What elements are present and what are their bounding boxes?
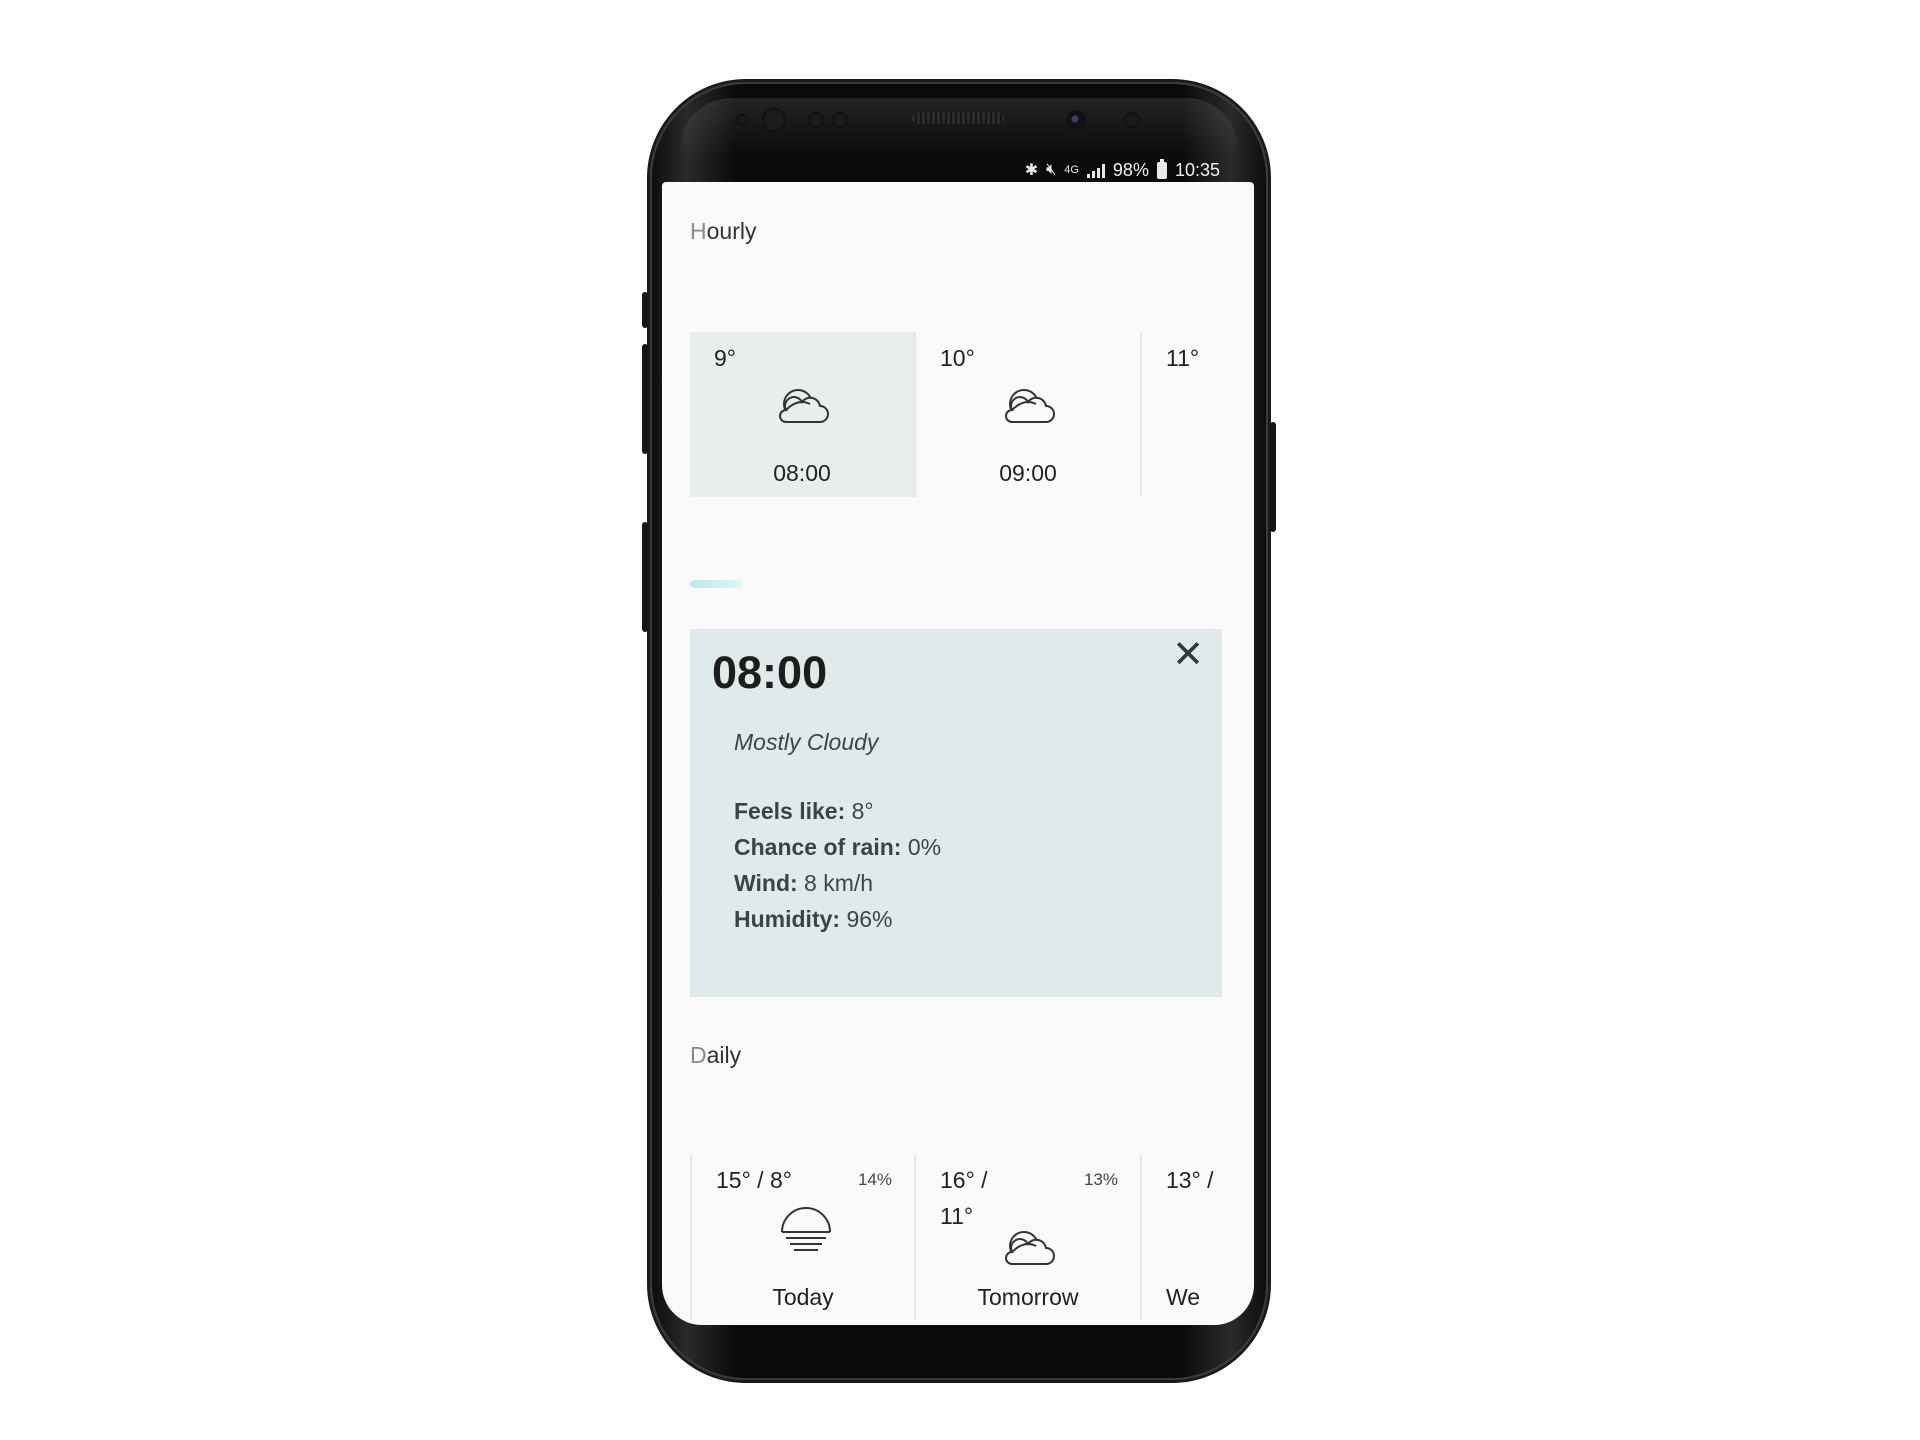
status-time: 10:35 — [1174, 159, 1220, 180]
wind-row: Wind: 8 km/h — [734, 870, 874, 896]
hourly-time: 08:00 — [773, 460, 831, 486]
hourly-temp: 9° — [714, 345, 736, 371]
light-sensor-icon — [832, 112, 848, 128]
hourly-cards: 9° 08:00 10° 09:00 11° — [690, 332, 1222, 497]
rain-chance-row: Chance of rain: 0% — [734, 834, 942, 860]
daily-temp: 15° / 8° — [716, 1167, 792, 1193]
cloud-icon — [1005, 389, 1055, 423]
bluetooth-icon: ✱ — [1024, 162, 1039, 179]
cloud-icon — [779, 389, 829, 423]
daily-day: We — [1166, 1284, 1201, 1310]
power-button — [1270, 422, 1276, 532]
hourly-card-partial[interactable]: 11° — [1142, 332, 1222, 497]
iris-sensor-icon — [762, 108, 786, 132]
hourly-card-0800[interactable]: 9° 08:00 — [690, 332, 916, 497]
front-camera-icon — [1066, 110, 1086, 130]
hour-detail-panel: 08:00 ✕ Mostly Cloudy Feels like: 8° Cha… — [690, 629, 1222, 997]
signal-icon — [1086, 162, 1105, 178]
detail-condition: Mostly Cloudy — [734, 729, 879, 755]
daily-temp: 13° / — [1166, 1167, 1214, 1193]
detail-time: 08:00 — [712, 647, 828, 698]
hourly-temp: 10° — [940, 345, 975, 371]
daily-temp: 16° / 11° — [940, 1167, 988, 1229]
app-screen: Hourly 9° 08:00 10° 09:00 11° 08:00 ✕ Mo… — [662, 182, 1254, 1325]
stage: ✱ 🔇︎ 4G 98% 10:35 Hourly 9° 08:00 10° 09… — [0, 0, 1920, 1440]
feels-like-row: Feels like: 8° — [734, 798, 874, 824]
sun-haze-icon — [781, 1207, 831, 1251]
volume-down-button — [642, 344, 648, 454]
proximity-sensor-icon — [808, 112, 824, 128]
close-icon[interactable]: ✕ — [1168, 635, 1208, 675]
daily-card-today[interactable]: 15° / 8° 14% Today — [690, 1154, 916, 1320]
hourly-title: Hourly — [690, 218, 757, 244]
detail-rows: Feels like: 8° Chance of rain: 0% Wind: … — [734, 793, 941, 937]
daily-cards: 15° / 8° 14% Today 16° / 11° 13% Tomorro… — [690, 1154, 1222, 1320]
mute-icon: 🔇︎ — [1046, 161, 1057, 178]
sensor-icon — [736, 114, 748, 126]
daily-card-partial[interactable]: 13° / We — [1142, 1154, 1222, 1320]
daily-card-tomorrow[interactable]: 16° / 11° 13% Tomorrow — [916, 1154, 1142, 1320]
battery-icon — [1156, 158, 1167, 179]
iris-led-icon — [1124, 112, 1140, 128]
hourly-time: 09:00 — [999, 460, 1057, 486]
battery-percent: 98% — [1112, 159, 1149, 180]
phone-frame: ✱ 🔇︎ 4G 98% 10:35 Hourly 9° 08:00 10° 09… — [642, 82, 1276, 1380]
daily-title: Daily — [690, 1042, 742, 1068]
hourly-temp: 11° — [1166, 345, 1200, 371]
scroll-indicator — [690, 580, 742, 588]
hourly-card-0900[interactable]: 10° 09:00 — [916, 332, 1142, 497]
humidity-row: Humidity: 96% — [734, 906, 893, 932]
daily-day: Today — [772, 1284, 834, 1310]
network-type: 4G — [1064, 164, 1079, 176]
phone-glare — [680, 98, 1238, 158]
daily-rain-chance: 13% — [1083, 1170, 1118, 1189]
daily-rain-chance: 14% — [857, 1170, 892, 1189]
earpiece-speaker — [912, 112, 1004, 124]
bixby-button — [642, 522, 648, 632]
daily-day: Tomorrow — [977, 1284, 1079, 1310]
cloud-icon — [1005, 1231, 1055, 1265]
volume-up-button — [642, 292, 648, 328]
